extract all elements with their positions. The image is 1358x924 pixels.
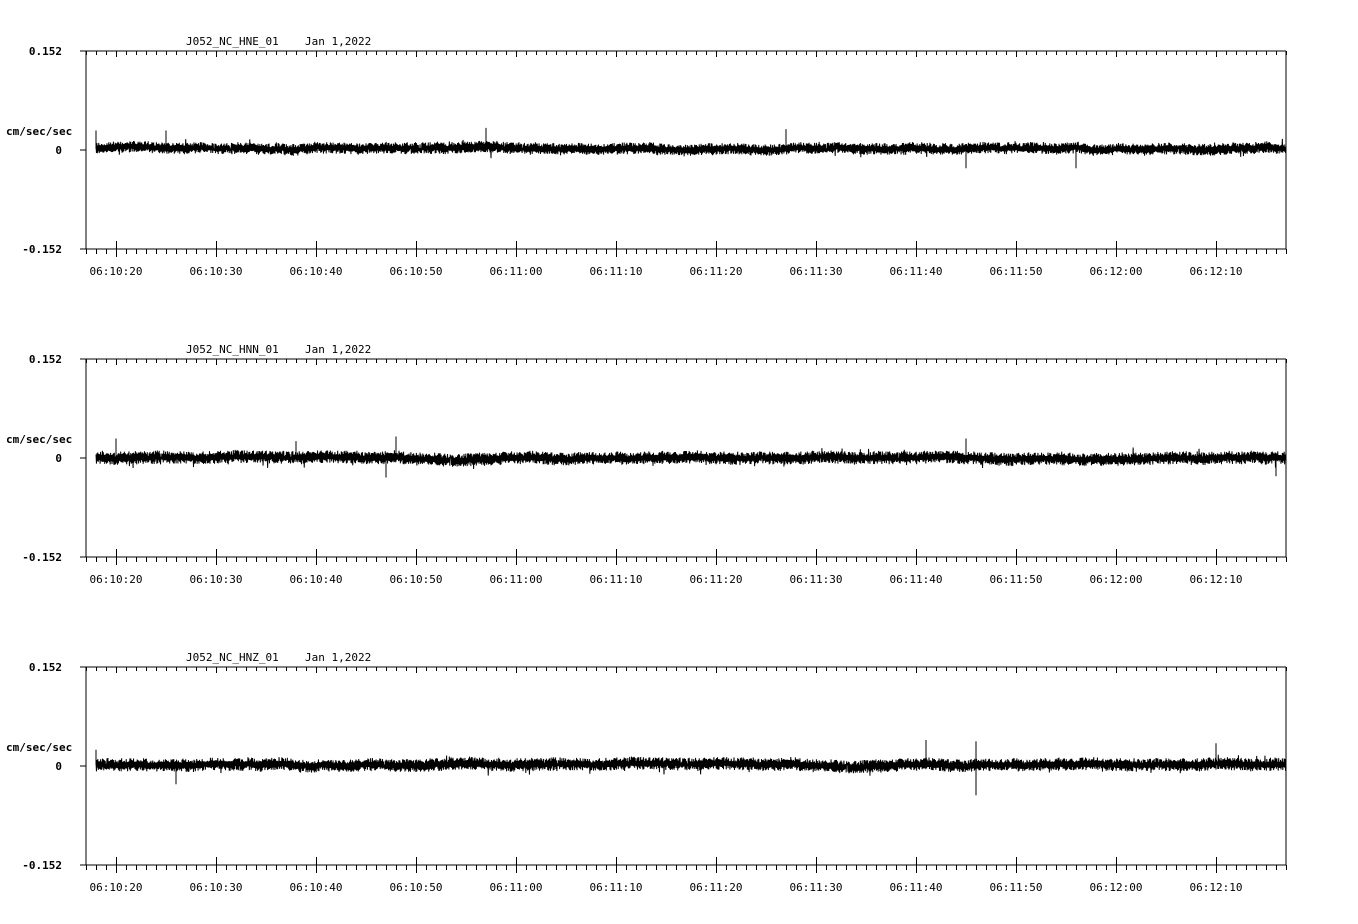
x-tick-label: 06:11:00: [490, 265, 543, 278]
waveform-trace: [95, 447, 1287, 470]
x-tick-label: 06:11:10: [590, 265, 643, 278]
x-tick-label: 06:10:50: [390, 573, 443, 586]
y-tick-label-zero: 0: [55, 144, 62, 157]
panel-2: J052_NC_HNN_01 Jan 1,2022 0.152 0 -0.152 cm/s…: [6, 343, 1287, 586]
x-ticks: [86, 51, 1287, 257]
y-tick-label-min: -0.152: [22, 551, 62, 564]
panel-3: J052_NC_HNZ_01 Jan 1,2022 0.152 0 -0.152 cm/s…: [6, 651, 1287, 894]
station-label: J052_NC_HNN_01: [186, 343, 279, 356]
x-tick-label: 06:11:40: [890, 881, 943, 894]
x-tick-label: 06:10:20: [90, 881, 143, 894]
y-axis-label: cm/sec/sec: [6, 125, 72, 138]
x-tick-label: 06:10:20: [90, 573, 143, 586]
waveform-trace: [95, 754, 1287, 776]
x-tick-label: 06:11:50: [990, 573, 1043, 586]
x-tick-label: 06:12:10: [1190, 573, 1243, 586]
x-tick-label: 06:11:30: [790, 265, 843, 278]
y-axis-label: cm/sec/sec: [6, 433, 72, 446]
date-label: Jan 1,2022: [305, 35, 371, 48]
x-tick-label: 06:11:00: [490, 573, 543, 586]
x-tick-label: 06:11:10: [590, 881, 643, 894]
x-tick-label: 06:10:50: [390, 881, 443, 894]
x-tick-label: 06:12:10: [1190, 265, 1243, 278]
y-tick-label-max: 0.152: [29, 353, 62, 366]
x-tick-label: 06:11:50: [990, 265, 1043, 278]
x-tick-label: 06:10:30: [190, 881, 243, 894]
x-tick-label: 06:11:30: [790, 573, 843, 586]
x-tick-label: 06:11:40: [890, 265, 943, 278]
x-tick-label: 06:12:00: [1090, 881, 1143, 894]
station-label: J052_NC_HNE_01: [186, 35, 279, 48]
x-tick-label: 06:11:20: [690, 265, 743, 278]
y-tick-label-max: 0.152: [29, 45, 62, 58]
date-label: Jan 1,2022: [305, 343, 371, 356]
y-tick-label-zero: 0: [55, 760, 62, 773]
y-tick-label-zero: 0: [55, 452, 62, 465]
y-tick-label-min: -0.152: [22, 243, 62, 256]
x-tick-label: 06:10:40: [290, 881, 343, 894]
x-tick-label: 06:11:20: [690, 573, 743, 586]
date-label: Jan 1,2022: [305, 651, 371, 664]
x-tick-label: 06:10:50: [390, 265, 443, 278]
y-tick-label-max: 0.152: [29, 661, 62, 674]
x-tick-label: 06:12:00: [1090, 265, 1143, 278]
x-tick-label: 06:12:00: [1090, 573, 1143, 586]
x-tick-label: 06:10:20: [90, 265, 143, 278]
y-tick-label-min: -0.152: [22, 859, 62, 872]
x-tick-label: 06:10:40: [290, 265, 343, 278]
x-tick-label: 06:11:20: [690, 881, 743, 894]
x-tick-label: 06:10:40: [290, 573, 343, 586]
x-tick-label: 06:11:30: [790, 881, 843, 894]
seismogram-figure: J052_NC_HNE_01 Jan 1,2022 0.152 0 -0.152 cm/s…: [6, 35, 1287, 894]
x-tick-label: 06:10:30: [190, 573, 243, 586]
station-label: J052_NC_HNZ_01: [186, 651, 279, 664]
waveform-trace: [95, 138, 1287, 159]
panel-1: J052_NC_HNE_01 Jan 1,2022 0.152 0 -0.152 cm/s…: [6, 35, 1287, 278]
x-tick-label: 06:12:10: [1190, 881, 1243, 894]
x-tick-label: 06:11:40: [890, 573, 943, 586]
x-tick-label: 06:11:50: [990, 881, 1043, 894]
x-tick-label: 06:10:30: [190, 265, 243, 278]
x-tick-label: 06:11:10: [590, 573, 643, 586]
y-axis-label: cm/sec/sec: [6, 741, 72, 754]
x-tick-label: 06:11:00: [490, 881, 543, 894]
